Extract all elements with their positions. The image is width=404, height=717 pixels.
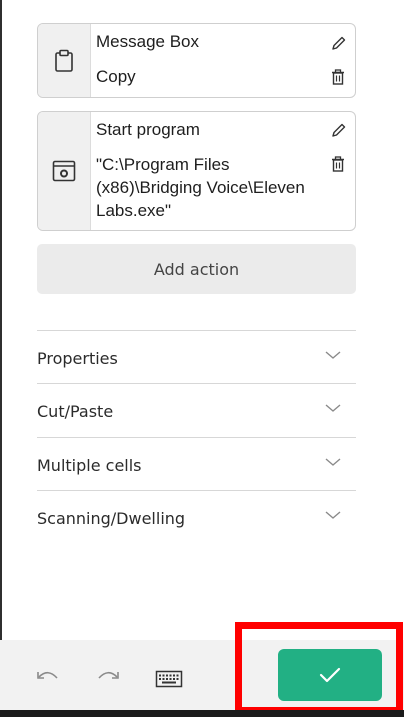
chevron-down-icon [325, 458, 341, 466]
section-label: Cut/Paste [37, 402, 114, 421]
action-card-message-box[interactable]: Message Box Copy [37, 23, 356, 98]
edit-pencil-icon[interactable] [329, 121, 347, 139]
program-window-icon [38, 112, 91, 230]
delete-trash-icon[interactable] [329, 68, 347, 86]
section-multiple-cells[interactable]: Multiple cells [37, 437, 356, 490]
undo-icon[interactable] [34, 668, 62, 690]
section-scanning-dwelling[interactable]: Scanning/Dwelling [37, 490, 356, 543]
add-action-button[interactable]: Add action [37, 244, 356, 294]
chevron-down-icon [325, 351, 341, 359]
action-detail: Copy [96, 67, 136, 86]
bottom-edge [0, 710, 404, 717]
highlight-box [235, 622, 403, 714]
section-label: Scanning/Dwelling [37, 509, 186, 528]
action-card-start-program[interactable]: Start program "C:\Program Files (x86)\Br… [37, 111, 356, 231]
redo-icon[interactable] [94, 668, 122, 690]
section-label: Properties [37, 349, 118, 368]
keyboard-icon[interactable] [155, 668, 183, 690]
section-cut-paste[interactable]: Cut/Paste [37, 383, 356, 436]
action-title: Start program [96, 120, 200, 139]
panel-left-border [0, 0, 2, 640]
section-properties[interactable]: Properties [37, 330, 356, 383]
action-detail: "C:\Program Files (x86)\Bridging Voice\E… [96, 155, 305, 220]
chevron-down-icon [325, 404, 341, 412]
section-label: Multiple cells [37, 456, 142, 475]
delete-trash-icon[interactable] [329, 155, 347, 173]
action-title: Message Box [96, 32, 199, 51]
edit-pencil-icon[interactable] [329, 34, 347, 52]
chevron-down-icon [325, 511, 341, 519]
clipboard-icon [38, 24, 91, 97]
